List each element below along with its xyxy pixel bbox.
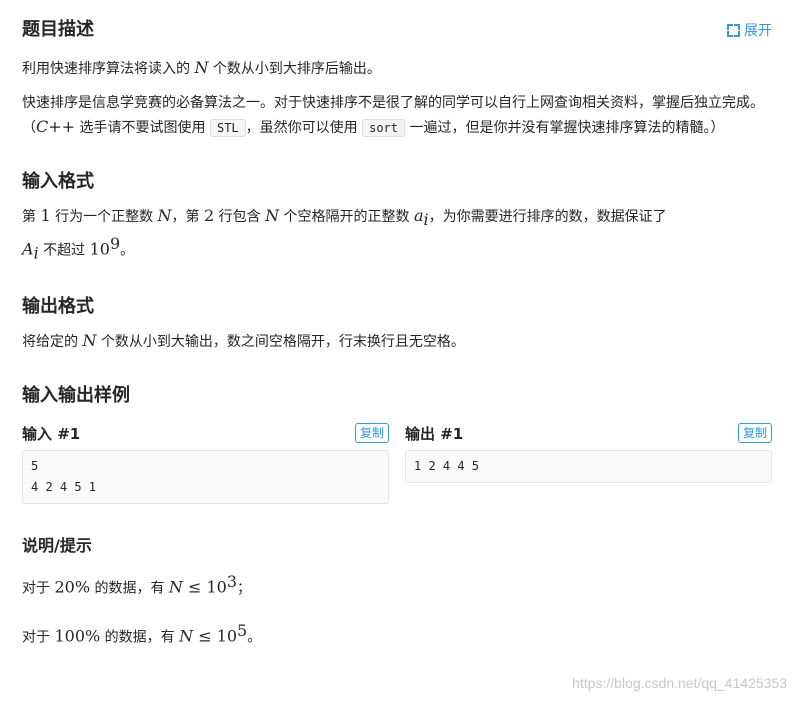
samples-title: 输入输出样例 (22, 385, 130, 407)
input-format-title: 输入格式 (22, 171, 94, 192)
code-stl: STL (209, 119, 246, 137)
description-line1: 利用快速排序算法将读入的 N 个数从小到大排序后输出。 (22, 58, 381, 77)
sample-output: 输出 #1 复制 1 2 4 4 5 (405, 420, 772, 504)
sample-input: 输入 #1 复制 5 4 2 4 5 1 (22, 420, 389, 505)
output-format-text: 将给定的 N 个数从小到大输出，数之间空格隔开，行末换行且无空格。 (22, 331, 465, 351)
expand-label: 展开 (744, 23, 772, 39)
sample-output-title: 输出 #1 (405, 424, 464, 443)
hint-line1: 对于 20% 的数据，有 N ≤ 103； (22, 572, 252, 597)
problem-panel: 题目描述 展开 利用快速排序算法将读入的 N 个数从小到大排序后输出。 快速排序… (22, 14, 772, 650)
code-sort: sort (362, 119, 406, 137)
expand-button[interactable]: 展开 (727, 20, 772, 40)
sample-input-box[interactable]: 5 4 2 4 5 1 (22, 450, 389, 505)
hint-title: 说明/提示 (22, 536, 92, 556)
copy-input-button[interactable]: 复制 (354, 423, 389, 444)
description-title: 题目描述 (22, 19, 94, 40)
description-paragraph2: 快速排序是信息学竞赛的必备算法之一。对于快速排序不是很了解的同学可以自行上网查询… (22, 95, 764, 137)
sample-output-box[interactable]: 1 2 4 4 5 (405, 450, 772, 484)
copy-output-button[interactable]: 复制 (737, 423, 772, 444)
hint-line2: 对于 100% 的数据，有 N ≤ 105。 (22, 620, 262, 646)
input-format-text: 第 1 行为一个正整数 N，第 2 行包含 N 个空格隔开的正整数 ai，为你需… (22, 206, 667, 263)
watermark: https://blog.csdn.net/qq_41425353 (572, 675, 787, 691)
samples: 输入 #1 复制 5 4 2 4 5 1 输出 #1 复制 1 2 4 4 5 (22, 420, 772, 505)
output-format-title: 输出格式 (22, 296, 94, 318)
sample-input-title: 输入 #1 (22, 424, 81, 443)
expand-icon (727, 23, 740, 37)
